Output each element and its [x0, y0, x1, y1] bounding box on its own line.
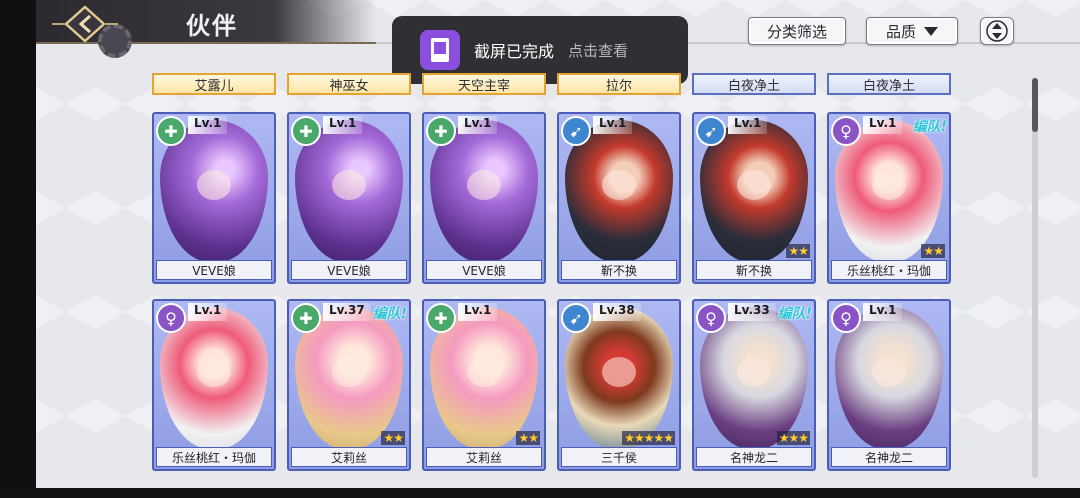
partner-card[interactable]: ✚ Lv.1 VEVE娘 — [152, 112, 276, 284]
star-rating: ★★★ — [776, 431, 810, 445]
partner-name: 乐丝桃红・玛伽 — [831, 260, 947, 280]
portrait-face — [602, 170, 636, 201]
star-rating: ★★ — [786, 244, 810, 258]
in-team-badge: 编队! — [372, 306, 407, 322]
partner-name: 名神龙二 — [696, 447, 812, 467]
partner-card[interactable]: ♀ Lv.1 编队! ★★ 乐丝桃红・玛伽 — [827, 112, 951, 284]
level-label: Lv.33 — [728, 303, 776, 321]
star-rating: ★★ — [921, 244, 945, 258]
partner-name: 艾莉丝 — [426, 447, 542, 467]
partner-card[interactable]: ♀ Lv.1 名神龙二 — [827, 299, 951, 471]
level-label: Lv.1 — [188, 116, 228, 134]
category-filter-label: 分类筛选 — [766, 22, 827, 41]
sort-order-button[interactable] — [980, 17, 1014, 45]
in-team-badge: 编队! — [777, 306, 812, 322]
level-label: Lv.1 — [593, 116, 633, 134]
purple-class-icon: ♀ — [831, 303, 861, 333]
partner-card[interactable]: ♀ Lv.33 编队! ★★★ 名神龙二 — [692, 299, 816, 471]
bottom-edge — [0, 488, 1080, 498]
level-label: Lv.1 — [728, 116, 768, 134]
partner-card[interactable]: ➹ Lv.38 ★★★★★ 三千侯 — [557, 299, 681, 471]
level-label: Lv.1 — [458, 303, 498, 321]
star-rating: ★★★★★ — [622, 431, 675, 445]
chevron-down-icon — [924, 26, 938, 36]
portrait-face — [872, 170, 906, 201]
portrait-face — [872, 357, 906, 388]
name-tag[interactable]: 拉尔 — [557, 73, 681, 95]
partner-name: 三千侯 — [561, 447, 677, 467]
toast-message: 截屏已完成 — [474, 42, 555, 61]
quality-dropdown-label: 品质 — [885, 22, 916, 41]
portrait-face — [467, 357, 501, 388]
back-button[interactable] — [48, 4, 122, 44]
sort-updown-icon — [986, 20, 1008, 42]
level-label: Lv.37 — [323, 303, 371, 321]
portrait-face — [197, 170, 231, 201]
level-label: Lv.1 — [863, 116, 903, 134]
level-label: Lv.1 — [188, 303, 228, 321]
in-team-badge: 编队! — [912, 119, 947, 135]
scrollbar-track[interactable] — [1032, 78, 1038, 478]
partner-name: 靳不换 — [696, 260, 812, 280]
blue-class-icon: ➹ — [561, 303, 591, 333]
partner-name: VEVE娘 — [156, 260, 272, 280]
portrait-face — [737, 357, 771, 388]
partner-card[interactable]: ♀ Lv.1 乐丝桃红・玛伽 — [152, 299, 276, 471]
partner-name: VEVE娘 — [291, 260, 407, 280]
green-class-icon: ✚ — [156, 116, 186, 146]
blue-class-icon: ➹ — [696, 116, 726, 146]
purple-class-icon: ♀ — [831, 116, 861, 146]
portrait-face — [737, 170, 771, 201]
portrait-face — [332, 170, 366, 201]
level-label: Lv.1 — [458, 116, 498, 134]
level-label: Lv.38 — [593, 303, 641, 321]
level-label: Lv.1 — [863, 303, 903, 321]
portrait-face — [602, 357, 636, 388]
partner-card[interactable]: ➹ Lv.1 靳不换 — [557, 112, 681, 284]
left-system-strip — [0, 0, 36, 498]
screenshot-doc-icon — [420, 30, 460, 70]
partner-name: 名神龙二 — [831, 447, 947, 467]
partner-card[interactable]: ✚ Lv.1 VEVE娘 — [287, 112, 411, 284]
star-rating: ★★ — [516, 431, 540, 445]
portrait-face — [197, 357, 231, 388]
portrait-face — [332, 357, 366, 388]
green-class-icon: ✚ — [291, 116, 321, 146]
name-tag[interactable]: 白夜净土 — [827, 73, 951, 95]
star-rating: ★★ — [381, 431, 405, 445]
toast-view-link[interactable]: 点击查看 — [568, 40, 628, 61]
blue-class-icon: ➹ — [561, 116, 591, 146]
partner-name: 乐丝桃红・玛伽 — [156, 447, 272, 467]
green-class-icon: ✚ — [426, 116, 456, 146]
name-tag[interactable]: 白夜净土 — [692, 73, 816, 95]
scrollbar-thumb[interactable] — [1032, 78, 1038, 132]
name-tag[interactable]: 神巫女 — [287, 73, 411, 95]
purple-class-icon: ♀ — [696, 303, 726, 333]
page-title: 伙伴 — [186, 12, 238, 40]
name-tag[interactable]: 艾露儿 — [152, 73, 276, 95]
diamond-back-icon — [52, 5, 118, 43]
category-filter-button[interactable]: 分类筛选 — [748, 17, 846, 45]
portrait-face — [467, 170, 501, 201]
partner-card[interactable]: ✚ Lv.37 编队! ★★ 艾莉丝 — [287, 299, 411, 471]
level-label: Lv.1 — [323, 116, 363, 134]
partner-name: 艾莉丝 — [291, 447, 407, 467]
partner-card[interactable]: ✚ Lv.1 VEVE娘 — [422, 112, 546, 284]
partner-name: 靳不换 — [561, 260, 677, 280]
name-tag[interactable]: 天空主宰 — [422, 73, 546, 95]
green-class-icon: ✚ — [291, 303, 321, 333]
partner-card[interactable]: ✚ Lv.1 ★★ 艾莉丝 — [422, 299, 546, 471]
quality-dropdown[interactable]: 品质 — [866, 17, 958, 45]
partner-card[interactable]: ➹ Lv.1 ★★ 靳不换 — [692, 112, 816, 284]
partner-name: VEVE娘 — [426, 260, 542, 280]
green-class-icon: ✚ — [426, 303, 456, 333]
purple-class-icon: ♀ — [156, 303, 186, 333]
